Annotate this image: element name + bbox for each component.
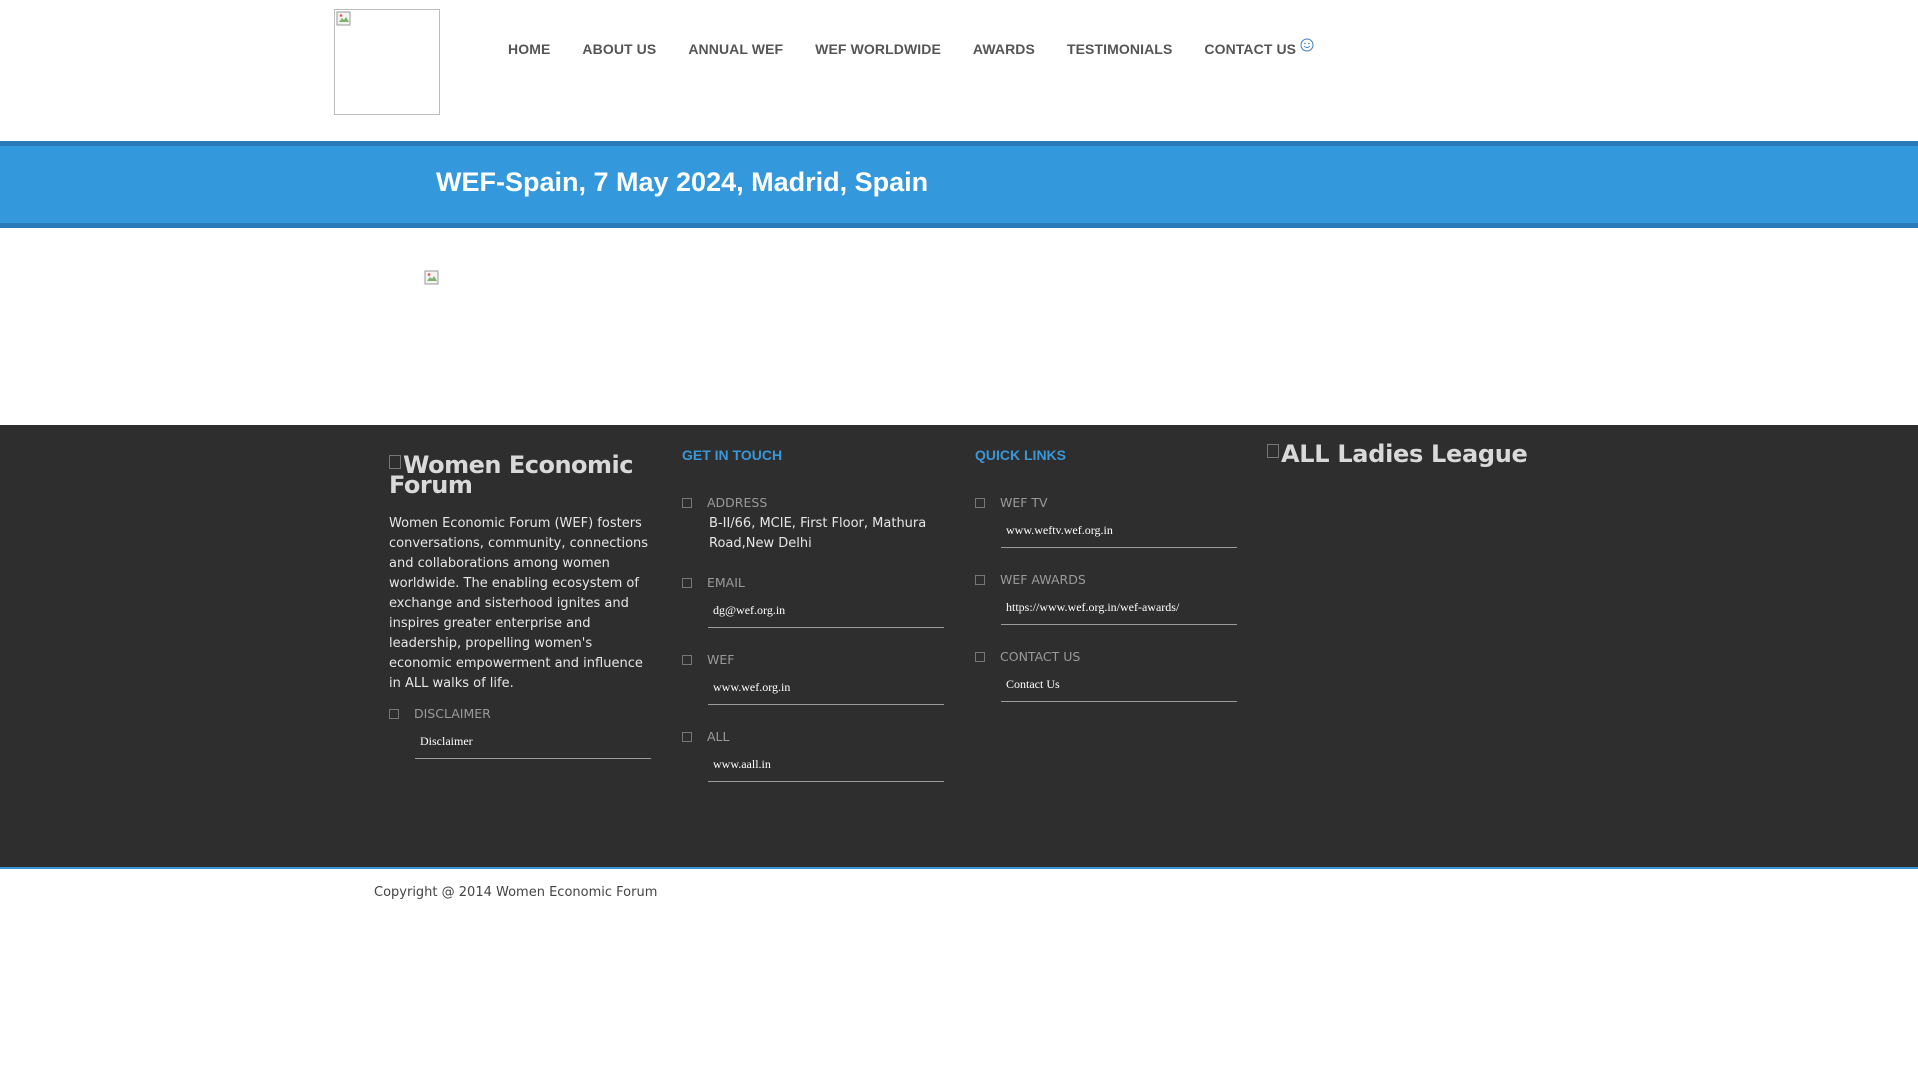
trophy-icon bbox=[975, 574, 985, 585]
nav-about-us[interactable]: ABOUT US bbox=[582, 41, 656, 57]
disclaimer-link[interactable]: Disclaimer bbox=[415, 725, 651, 759]
email-link[interactable]: dg@wef.org.in bbox=[708, 594, 944, 628]
wef-tv-label-text: WEF TV bbox=[1000, 495, 1048, 510]
globe-icon bbox=[682, 731, 692, 742]
footer-disclaimer-block: DISCLAIMER Disclaimer bbox=[389, 706, 651, 759]
page-title-band: WEF-Spain, 7 May 2024, Madrid, Spain bbox=[0, 141, 1918, 228]
wef-awards-link[interactable]: https://www.wef.org.in/wef-awards/ bbox=[1001, 591, 1237, 625]
location-icon bbox=[682, 497, 692, 508]
all-link[interactable]: www.aall.in bbox=[708, 748, 944, 782]
contact-us-label: CONTACT US bbox=[975, 649, 1237, 664]
broken-image-icon bbox=[1267, 444, 1279, 458]
wef-awards-label: WEF AWARDS bbox=[975, 572, 1237, 587]
wef-awards-label-text: WEF AWARDS bbox=[1000, 572, 1086, 587]
phone-icon bbox=[975, 651, 985, 662]
globe-icon bbox=[682, 654, 692, 665]
wef-tv-label: WEF TV bbox=[975, 495, 1237, 510]
contact-us-block: CONTACT US Contact Us bbox=[975, 649, 1237, 702]
site-header: HOME ABOUT US ANNUAL WEF WEF WORLDWIDE A… bbox=[0, 0, 1918, 141]
nav-testimonials[interactable]: TESTIMONIALS bbox=[1067, 41, 1172, 57]
wef-tv-link[interactable]: www.weftv.wef.org.in bbox=[1001, 514, 1237, 548]
nav-awards[interactable]: AWARDS bbox=[973, 41, 1035, 57]
wef-label-text: WEF bbox=[707, 652, 735, 667]
footer-brand-alt-line2: Forum bbox=[389, 471, 473, 499]
all-block: ALL www.aall.in bbox=[682, 729, 944, 782]
footer-divider bbox=[0, 867, 1918, 869]
contact-us-link[interactable]: Contact Us bbox=[1001, 668, 1237, 702]
nav-contact-us[interactable]: CONTACT US bbox=[1204, 38, 1314, 57]
wef-label: WEF bbox=[682, 652, 944, 667]
wef-awards-block: WEF AWARDS https://www.wef.org.in/wef-aw… bbox=[975, 572, 1237, 625]
get-in-touch-heading: GET IN TOUCH bbox=[682, 447, 783, 463]
nav-contact-us-label: CONTACT US bbox=[1204, 41, 1297, 57]
envelope-icon bbox=[682, 577, 692, 588]
address-text: B-II/66, MCIE, First Floor, Mathura Road… bbox=[709, 516, 927, 551]
copyright-text: Copyright @ 2014 Women Economic Forum bbox=[374, 885, 658, 900]
broken-image-icon bbox=[424, 270, 439, 285]
league-logo[interactable]: ALL Ladies League bbox=[1267, 440, 1528, 468]
broken-image-icon bbox=[336, 11, 351, 26]
main-nav: HOME ABOUT US ANNUAL WEF WEF WORLDWIDE A… bbox=[508, 38, 1314, 57]
address-label: ADDRESS bbox=[682, 495, 944, 510]
document-icon bbox=[389, 708, 399, 719]
nav-wef-worldwide[interactable]: WEF WORLDWIDE bbox=[815, 41, 941, 57]
disclaimer-label-text: DISCLAIMER bbox=[414, 706, 491, 721]
tv-icon bbox=[975, 497, 985, 508]
email-label: EMAIL bbox=[682, 575, 944, 590]
nav-home[interactable]: HOME bbox=[508, 41, 550, 57]
wef-link[interactable]: www.wef.org.in bbox=[708, 671, 944, 705]
league-alt-text: ALL Ladies League bbox=[1281, 440, 1528, 468]
all-label: ALL bbox=[682, 729, 944, 744]
email-block: EMAIL dg@wef.org.in bbox=[682, 575, 944, 628]
quick-links-heading: QUICK LINKS bbox=[975, 447, 1066, 463]
wef-block: WEF www.wef.org.in bbox=[682, 652, 944, 705]
email-label-text: EMAIL bbox=[707, 575, 745, 590]
footer-about-text: Women Economic Forum (WEF) fosters conve… bbox=[389, 516, 649, 691]
smiley-icon bbox=[1300, 38, 1314, 52]
footer-disclaimer-label: DISCLAIMER bbox=[389, 706, 651, 721]
nav-annual-wef[interactable]: ANNUAL WEF bbox=[688, 41, 783, 57]
site-logo[interactable] bbox=[334, 9, 440, 115]
contact-us-label-text: CONTACT US bbox=[1000, 649, 1081, 664]
page-title: WEF-Spain, 7 May 2024, Madrid, Spain bbox=[436, 167, 929, 197]
site-footer: Women Economic Forum Women Economic Foru… bbox=[0, 425, 1918, 867]
address-block: ADDRESS B-II/66, MCIE, First Floor, Math… bbox=[682, 495, 944, 554]
footer-brand-logo[interactable]: Women Economic Forum bbox=[389, 453, 649, 497]
address-label-text: ADDRESS bbox=[707, 495, 768, 510]
wef-tv-block: WEF TV www.weftv.wef.org.in bbox=[975, 495, 1237, 548]
all-label-text: ALL bbox=[707, 729, 730, 744]
broken-image-icon bbox=[389, 455, 401, 469]
